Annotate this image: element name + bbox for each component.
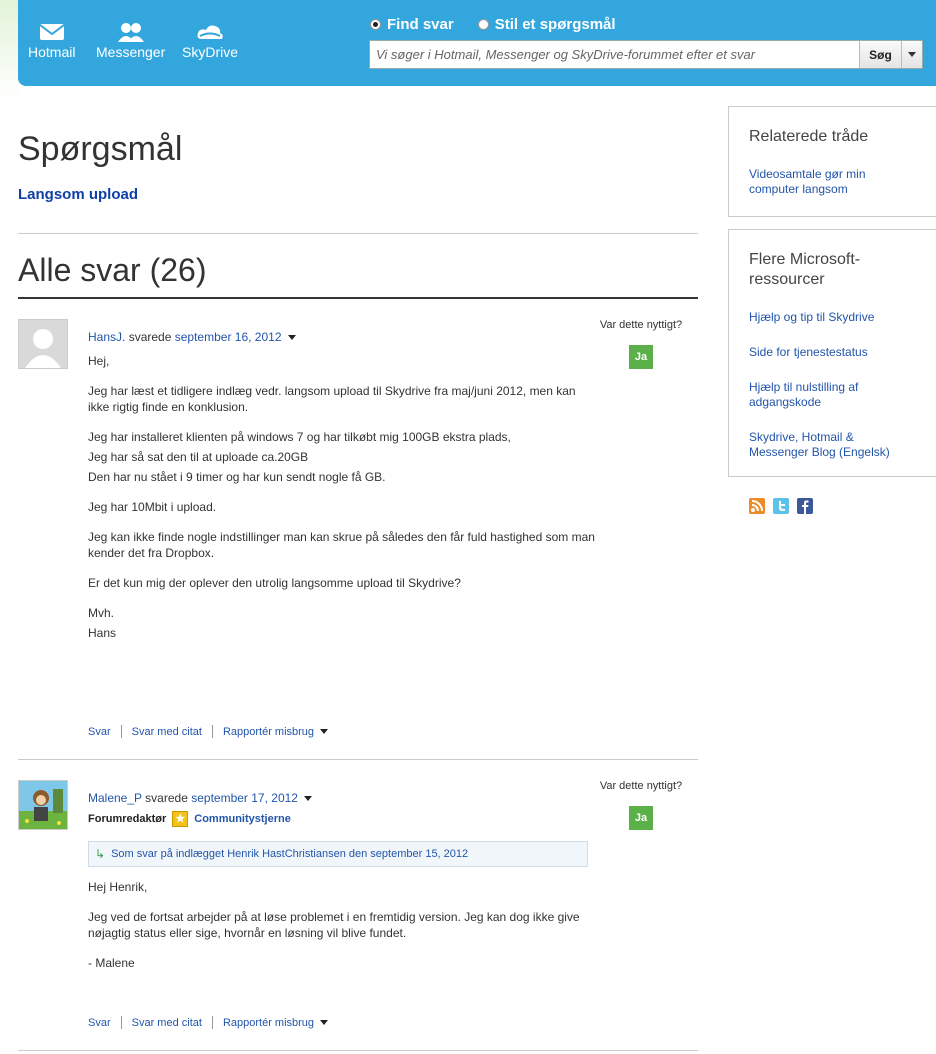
radio-find-dot[interactable] (370, 19, 381, 30)
nav-hotmail-label: Hotmail (28, 44, 76, 60)
nav-messenger-label: Messenger (96, 44, 166, 60)
reply-quote-link[interactable]: Svar med citat (132, 726, 202, 738)
reply-reference-text: Som svar på indlægget Henrik HastChristi… (111, 848, 469, 860)
paragraph: Jeg ved de fortsat arbejder på at løse p… (88, 910, 580, 940)
paragraph: Jeg har 10Mbit i upload. (88, 500, 217, 514)
separator (211, 725, 213, 738)
paragraph: Hej Henrik, (88, 880, 148, 894)
resource-link-password-reset[interactable]: Hjælp til nulstilling af adgangskode (749, 380, 889, 410)
report-abuse-link[interactable]: Rapportér misbrug (223, 1017, 314, 1029)
reply-quote-link[interactable]: Svar med citat (132, 1017, 202, 1029)
paragraph: Jeg har så sat den til at uploade ca.20G… (88, 450, 309, 464)
nav-skydrive-label: SkyDrive (182, 44, 239, 60)
useful-label: Var dette nyttigt? (599, 319, 683, 331)
date-link[interactable]: september 16, 2012 (175, 330, 282, 344)
badge-link[interactable]: Communitystjerne (194, 813, 291, 825)
answers-heading: Alle svar (26) (18, 252, 207, 288)
question-title-link[interactable]: Langsom upload (18, 186, 138, 203)
default-avatar-icon (25, 329, 61, 368)
resource-link-service-status[interactable]: Side for tjenestestatus (749, 345, 916, 360)
reply-arrow-icon: ↳ (95, 847, 106, 861)
separator (120, 1016, 122, 1029)
page-title: Spørgsmål (18, 130, 183, 168)
chevron-down-icon[interactable] (303, 796, 312, 802)
mail-icon (39, 24, 65, 40)
radio-find-label: Find svar (387, 16, 454, 33)
verb: svarede (128, 330, 172, 344)
reply-link[interactable]: Svar (88, 1017, 111, 1029)
search-mode: Find svar Stil et spørgsmål (370, 16, 616, 33)
yes-button[interactable]: Ja (629, 806, 653, 830)
resource-link-blog[interactable]: Skydrive, Hotmail & Messenger Blog (Enge… (749, 430, 909, 460)
nav-hotmail[interactable]: Hotmail (28, 22, 75, 60)
post-actions: Svar Svar med citat Rapportér misbrug (88, 725, 329, 738)
date-link[interactable]: september 17, 2012 (191, 791, 298, 805)
search-input[interactable] (370, 41, 859, 68)
paragraph: Jeg kan ikke finde nogle indstillinger m… (88, 530, 595, 560)
paragraph: Hej, (88, 354, 110, 368)
user-avatar-icon (19, 789, 67, 829)
more-resources-panel: Flere Microsoft-ressourcer Hjælp og tip … (728, 229, 936, 477)
radio-ask-label: Stil et spørgsmål (494, 16, 616, 33)
post-actions: Svar Svar med citat Rapportér misbrug (88, 1016, 329, 1029)
post-body: Hej, Jeg har læst et tidligere indlæg ve… (88, 353, 598, 655)
divider (18, 759, 698, 760)
related-threads-panel: Relaterede tråde Videosamtale gør min co… (728, 106, 936, 217)
resource-link-skydrive-help[interactable]: Hjælp og tip til Skydrive (749, 310, 916, 325)
reply-link[interactable]: Svar (88, 726, 111, 738)
nav-skydrive[interactable]: SkyDrive (182, 22, 238, 60)
related-threads-title: Relaterede tråde (749, 128, 869, 145)
paragraph: Er det kun mig der oplever den utrolig l… (88, 576, 461, 590)
radio-find-answer[interactable]: Find svar (370, 16, 454, 33)
search-dropdown-button[interactable] (901, 41, 922, 68)
search-button[interactable]: Søg (859, 41, 901, 68)
separator (120, 725, 122, 738)
yes-button[interactable]: Ja (629, 345, 653, 369)
social-links (749, 498, 813, 514)
divider (18, 233, 698, 234)
facebook-icon[interactable] (797, 498, 813, 514)
useful-vote: Var dette nyttigt? Ja (596, 319, 686, 369)
role-label: Forumredaktør (88, 813, 167, 825)
verb: svarede (145, 791, 188, 805)
nav-messenger[interactable]: Messenger (96, 22, 165, 60)
radio-ask-question[interactable]: Stil et spørgsmål (477, 16, 616, 33)
post-meta: Malene_P svarede september 17, 2012 (88, 791, 312, 805)
star-icon: ★ (172, 811, 189, 827)
divider (18, 297, 698, 299)
chevron-down-icon[interactable] (320, 729, 329, 734)
cloud-icon (197, 25, 223, 39)
useful-vote: Var dette nyttigt? Ja (596, 780, 686, 830)
avatar (18, 780, 68, 830)
chevron-down-icon (908, 52, 916, 57)
search-bar: Søg (369, 40, 923, 69)
avatar (18, 319, 68, 369)
separator (211, 1016, 213, 1029)
radio-ask-dot[interactable] (477, 19, 489, 30)
useful-label: Var dette nyttigt? (599, 780, 683, 792)
paragraph: Jeg har installeret klienten på windows … (88, 430, 511, 444)
divider (18, 1050, 698, 1051)
twitter-icon[interactable] (773, 498, 789, 514)
paragraph: Jeg har læst et tidligere indlæg vedr. l… (88, 384, 576, 414)
author-link[interactable]: HansJ. (88, 330, 125, 344)
chevron-down-icon[interactable] (320, 1020, 329, 1025)
paragraph: Hans (88, 626, 117, 640)
report-abuse-link[interactable]: Rapportér misbrug (223, 726, 314, 738)
chevron-down-icon[interactable] (287, 335, 296, 341)
left-glow (0, 0, 18, 100)
paragraph: - Malene (88, 956, 135, 970)
author-link[interactable]: Malene_P (88, 791, 142, 805)
post-body: Hej Henrik, Jeg ved de fortsat arbejder … (88, 879, 598, 985)
post-meta: HansJ. svarede september 16, 2012 (88, 330, 296, 344)
paragraph: Den har nu stået i 9 timer og har kun se… (88, 470, 386, 484)
related-thread-link[interactable]: Videosamtale gør min computer langsom (749, 167, 889, 197)
paragraph: Mvh. (88, 606, 115, 620)
reply-reference[interactable]: ↳ Som svar på indlægget Henrik HastChris… (88, 841, 588, 867)
rss-icon[interactable] (749, 498, 765, 514)
author-role: Forumredaktør ★ Communitystjerne (88, 811, 291, 827)
people-icon (117, 23, 144, 42)
more-resources-title: Flere Microsoft-ressourcer (749, 251, 861, 288)
